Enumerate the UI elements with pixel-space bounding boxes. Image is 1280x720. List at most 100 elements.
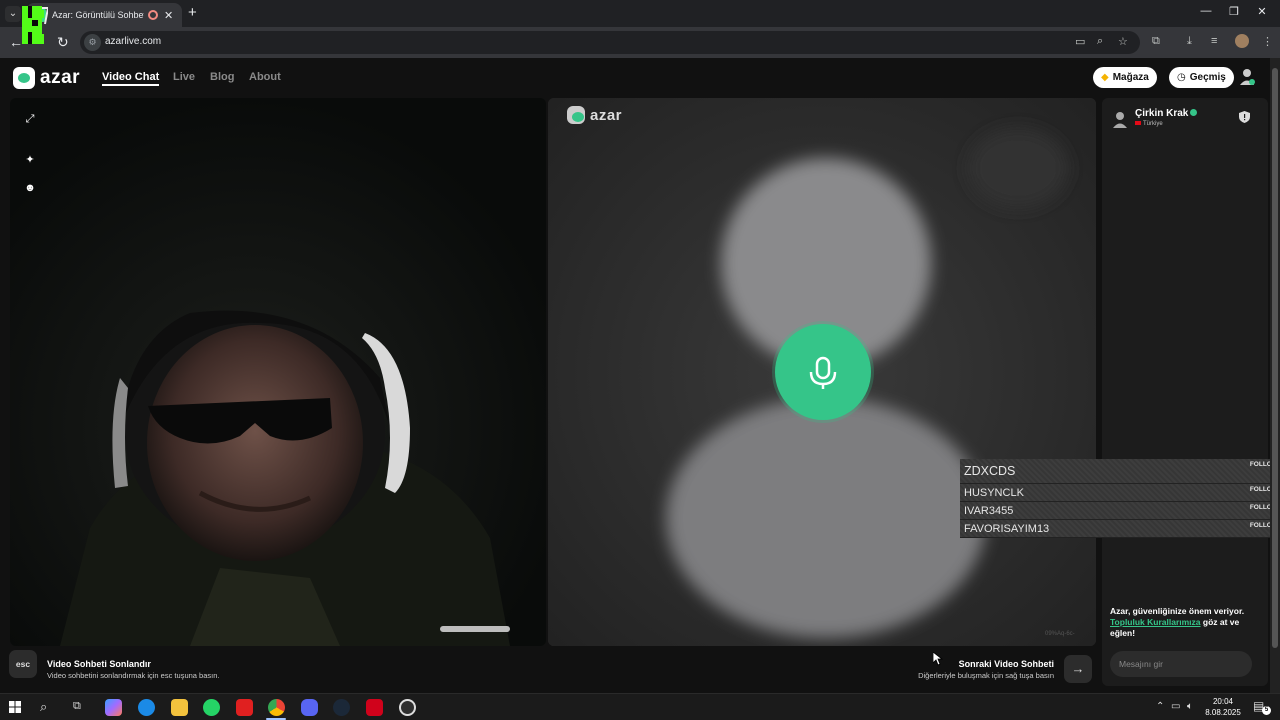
nav-about[interactable]: About	[249, 71, 281, 83]
follower-name: ZDXCDS	[964, 464, 1016, 478]
cast-icon[interactable]: ▭	[1075, 35, 1085, 48]
azar-logo[interactable]: azar	[13, 67, 80, 89]
effects-sparkle-icon[interactable]: ✦	[23, 153, 37, 167]
chrome-app-icon[interactable]	[268, 699, 285, 716]
partner-country: Türkiye	[1143, 121, 1163, 127]
shop-button[interactable]: ◆ Mağaza	[1093, 67, 1157, 88]
wps-app-icon[interactable]	[236, 699, 253, 716]
nav-video-chat[interactable]: Video Chat	[102, 71, 160, 86]
follower-name: IVAR3455	[964, 505, 1014, 517]
shop-label: Mağaza	[1112, 72, 1149, 83]
turkey-flag-icon	[1135, 121, 1141, 125]
partner-name-row: Çirkin Krak	[1135, 108, 1198, 119]
report-shield-icon[interactable]	[1239, 111, 1250, 123]
back-arrow-icon[interactable]: ←	[9, 34, 23, 50]
downloads-icon[interactable]: ⤓	[1187, 35, 1192, 48]
steam-app-icon[interactable]	[333, 699, 350, 716]
search-icon[interactable]: ⌕	[40, 699, 47, 715]
windows-taskbar: ⌕ ⧉ ⌃ ▭ 🔈︎ 20:04 8.08.2025 ▤ 5	[0, 693, 1280, 720]
follower-name: HUSYNCLK	[964, 487, 1024, 499]
follow-row: IVAR3455 FOLLOW	[960, 502, 1280, 520]
local-video: ⤢ ✦ ☻	[10, 98, 546, 646]
clock-date[interactable]: 8.08.2025	[1202, 708, 1244, 717]
end-chat-title: Video Sohbeti Sonlandır	[47, 659, 151, 669]
safety-prefix: Azar, güvenliğinize önem veriyor.	[1110, 606, 1245, 616]
partner-name: Çirkin Krak	[1135, 108, 1189, 119]
discord-app-icon[interactable]	[301, 699, 318, 716]
clock-time[interactable]: 20:04	[1206, 697, 1240, 706]
bookmark-star-icon[interactable]: ☆	[1118, 35, 1128, 48]
gem-icon: ◆	[1101, 72, 1109, 83]
bottom-controls: esc Video Sohbeti Sonlandır Video sohbet…	[0, 648, 1100, 693]
microphone-status	[775, 324, 871, 420]
window-close-button[interactable]: ✕	[1252, 5, 1272, 18]
remote-session-id: 09%Aq-6c-	[1045, 631, 1075, 637]
menu-dots-icon[interactable]: ⋮	[1262, 35, 1273, 48]
history-label: Geçmiş	[1189, 72, 1226, 83]
microphone-icon	[809, 356, 837, 389]
task-view-icon[interactable]: ⧉	[73, 700, 81, 713]
volume-icon[interactable]: 🔈︎	[1187, 701, 1193, 712]
page-scrollbar-thumb[interactable]	[1272, 68, 1278, 648]
next-chat-arrow-button[interactable]: →	[1064, 655, 1092, 683]
partner-info[interactable]: Çirkin Krak Türkiye	[1112, 108, 1198, 129]
site-info-icon[interactable]: ⚙	[84, 34, 101, 51]
tray-chevron-up-icon[interactable]: ⌃	[1156, 701, 1164, 712]
azar-page: azar Video Chat Live Blog About ◆ Mağaza…	[0, 58, 1280, 693]
tab-search-button[interactable]: ⌄	[5, 6, 21, 22]
media-control-icon[interactable]: ≡	[1211, 35, 1217, 47]
windows-start-icon[interactable]	[9, 701, 21, 713]
clock-icon: ◷	[1177, 72, 1186, 83]
window-maximize-button[interactable]: ❐	[1224, 5, 1244, 18]
file-explorer-app-icon[interactable]	[171, 699, 188, 716]
edge-app-icon[interactable]	[138, 699, 155, 716]
follow-row: FAVORISAYIM13 FOLLOW	[960, 520, 1280, 538]
tab-close-icon[interactable]: ✕	[164, 9, 173, 22]
remote-azar-logo-icon	[567, 106, 585, 124]
azar-logo-text: azar	[40, 67, 81, 88]
mouse-cursor-icon	[933, 652, 943, 666]
follower-name: FAVORISAYIM13	[964, 523, 1050, 535]
end-chat-esc-button[interactable]: esc	[9, 650, 37, 678]
user-profile-icon[interactable]	[1239, 68, 1255, 86]
fullscreen-icon[interactable]: ⤢	[23, 112, 37, 126]
camera-feed-image	[10, 98, 546, 646]
zoom-icon[interactable]: ⌕	[1097, 35, 1103, 48]
extensions-icon[interactable]: ⧉	[1152, 35, 1160, 48]
next-chat-title: Sonraki Video Sohbeti	[958, 659, 1054, 669]
remote-azar-logo-text: azar	[590, 106, 623, 124]
recorder-app-icon[interactable]	[366, 699, 383, 716]
verified-badge-icon	[1190, 109, 1198, 116]
copilot-app-icon[interactable]	[105, 699, 122, 716]
message-input[interactable]	[1110, 651, 1252, 677]
address-bar[interactable]: ⚙ azarlive.com ▭ ⌕ ☆	[80, 31, 1140, 54]
end-chat-description: Video sohbetini sonlandırmak için esc tu…	[47, 671, 220, 680]
remote-video: azar 09%Aq-6c-	[548, 98, 1096, 646]
community-rules-link[interactable]: Topluluk Kurallarımıza	[1110, 617, 1201, 627]
window-minimize-button[interactable]: —	[1196, 5, 1216, 17]
history-button[interactable]: ◷ Geçmiş	[1169, 67, 1234, 88]
follow-row: ZDXCDS FOLLOW	[960, 459, 1280, 484]
profile-avatar[interactable]	[1235, 34, 1249, 48]
nav-live[interactable]: Live	[173, 71, 195, 83]
url-text[interactable]: azarlive.com	[105, 36, 161, 47]
browser-tab-azar[interactable]: Azar: Görüntülü Sohbet, Ar ✕	[26, 3, 182, 27]
face-filter-icon[interactable]: ☻	[23, 181, 37, 195]
safety-notice: Azar, güvenliğinize önem veriyor. Toplul…	[1110, 606, 1260, 639]
nav-blog[interactable]: Blog	[210, 71, 234, 83]
azar-logo-icon	[13, 67, 35, 89]
obs-app-icon[interactable]	[399, 699, 416, 716]
next-chat-description: Diğerleriyle buluşmak için sağ tuşa bası…	[918, 671, 1054, 680]
partner-country-row: Türkiye	[1135, 121, 1197, 127]
recording-indicator-icon	[148, 10, 158, 20]
notification-count-badge: 5	[1262, 706, 1271, 715]
whatsapp-app-icon[interactable]	[203, 699, 220, 716]
chat-panel: Çirkin Krak Türkiye Azar, güvenliğinize …	[1102, 98, 1268, 686]
reload-icon[interactable]: ↻	[57, 34, 69, 50]
remote-azar-logo: azar	[567, 106, 622, 124]
browser-tab-bar: ⌄ Azar: Görüntülü Sohbet, Ar ✕ + — ❐ ✕	[0, 0, 1280, 27]
new-tab-button[interactable]: +	[188, 5, 197, 21]
network-icon[interactable]: ▭	[1171, 701, 1180, 712]
browser-toolbar: ← ↻ ⚙ azarlive.com ▭ ⌕ ☆ ⧉ ⤓ ≡ ⋮	[0, 27, 1280, 58]
partner-avatar-icon	[1113, 112, 1127, 128]
